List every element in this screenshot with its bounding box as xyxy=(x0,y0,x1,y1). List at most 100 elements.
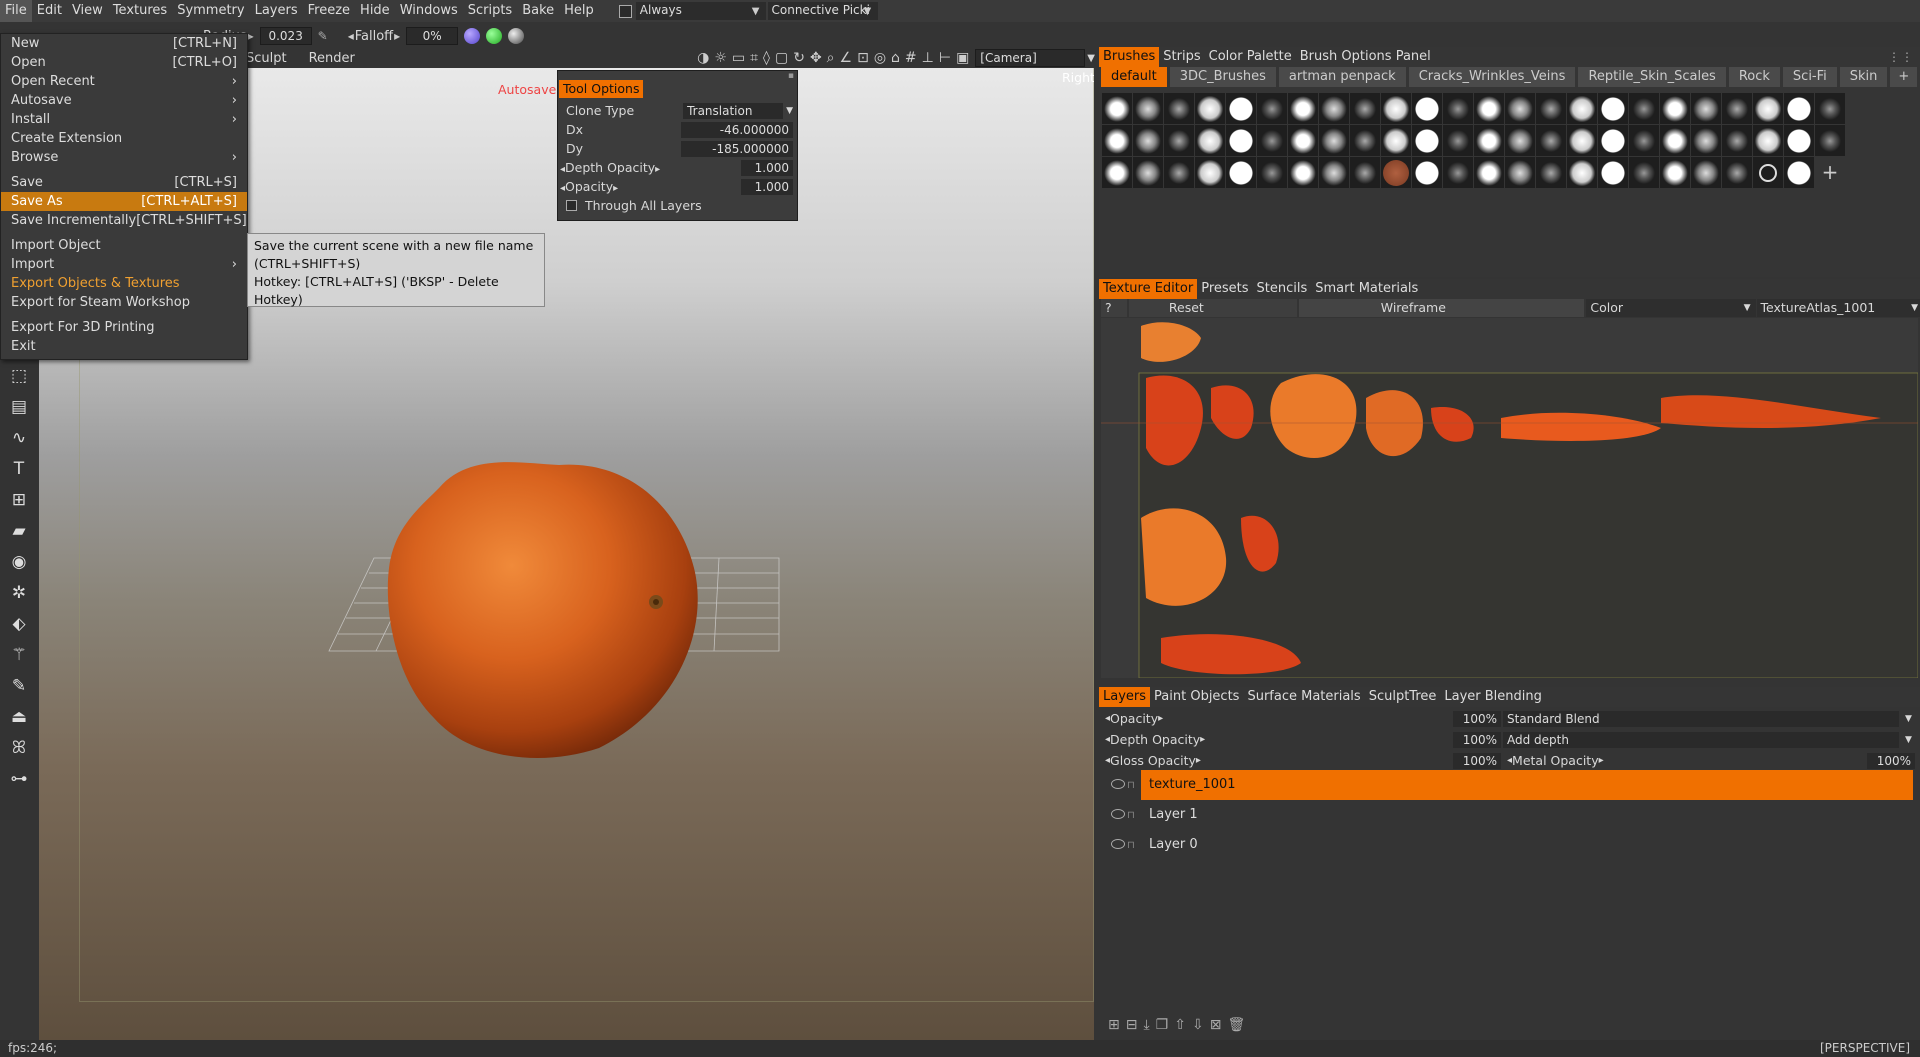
brush-pack-artman[interactable]: artman penpack xyxy=(1278,67,1406,87)
menu-item-export-3d-printing[interactable]: Export For 3D Printing xyxy=(1,318,247,337)
fill-tool-icon[interactable]: ⊞ xyxy=(0,484,38,515)
brush-thumbnail[interactable] xyxy=(1722,125,1752,156)
move-icon[interactable]: ✥ xyxy=(810,50,822,66)
menu-edit[interactable]: Edit xyxy=(32,0,67,22)
pen-tool-icon[interactable]: ✎ xyxy=(0,670,38,701)
merge-down-icon[interactable]: ⤓ xyxy=(1143,1017,1149,1035)
tab-smart-materials[interactable]: Smart Materials xyxy=(1311,279,1422,299)
brush-thumbnail[interactable] xyxy=(1102,157,1132,188)
arrow-right-icon[interactable]: ▸ xyxy=(1599,755,1604,766)
tag-tool-icon[interactable]: ⬖ xyxy=(0,608,38,639)
menu-scripts[interactable]: Scripts xyxy=(463,0,517,22)
render-room-tab[interactable]: Render xyxy=(309,51,355,66)
menu-item-save-incrementally[interactable]: Save Incrementally [CTRL+SHIFT+S] xyxy=(1,211,247,230)
brush-thumbnail[interactable]: + xyxy=(1815,157,1845,188)
dx-input[interactable]: -46.000000 xyxy=(681,121,793,138)
ruler-icon[interactable]: ⊢ xyxy=(939,50,951,66)
rotate-icon[interactable]: ↻ xyxy=(793,50,805,66)
menu-item-install[interactable]: Install › xyxy=(1,110,247,129)
brush-thumbnail[interactable] xyxy=(1226,93,1256,124)
menu-layers[interactable]: Layers xyxy=(250,0,303,22)
brush-thumbnail[interactable] xyxy=(1164,93,1194,124)
fit-icon[interactable]: ⊡ xyxy=(857,50,869,66)
brush-thumbnail[interactable] xyxy=(1722,93,1752,124)
tab-strips[interactable]: Strips xyxy=(1159,47,1204,67)
image-icon[interactable]: ▣ xyxy=(956,50,969,66)
sculpt-room-tab[interactable]: Sculpt xyxy=(246,51,287,66)
brush-thumbnail[interactable] xyxy=(1722,157,1752,188)
brush-thumbnail[interactable] xyxy=(1753,125,1783,156)
tab-layer-blending[interactable]: Layer Blending xyxy=(1440,687,1546,707)
brush-thumbnail[interactable] xyxy=(1598,125,1628,156)
menu-file[interactable]: File xyxy=(0,0,32,22)
reset-button[interactable]: Reset xyxy=(1128,299,1297,317)
ruler-tool-icon[interactable]: ⊶ xyxy=(0,763,38,794)
material-sphere-icon[interactable] xyxy=(464,28,481,44)
eye-icon[interactable] xyxy=(1109,808,1127,822)
select-tool-icon[interactable]: ⬚ xyxy=(0,360,38,391)
layer-name[interactable]: Layer 1 xyxy=(1141,800,1913,830)
brush-thumbnail[interactable] xyxy=(1288,125,1318,156)
brush-thumbnail[interactable] xyxy=(1102,125,1132,156)
brush-thumbnail[interactable] xyxy=(1164,125,1194,156)
brush-thumbnail[interactable] xyxy=(1288,157,1318,188)
brush-thumbnail[interactable] xyxy=(1381,125,1411,156)
brush-thumbnail[interactable] xyxy=(1226,125,1256,156)
brush-thumbnail[interactable] xyxy=(1350,125,1380,156)
opacity-input[interactable]: 1.000 xyxy=(741,178,793,195)
add-brush-pack-button[interactable]: + xyxy=(1890,67,1918,87)
wireframe-toggle[interactable]: Wireframe xyxy=(1298,299,1585,317)
radius-input[interactable]: 0.023 xyxy=(259,27,312,45)
pen-pressure-icon[interactable]: ✎ xyxy=(318,29,328,43)
brush-thumbnail[interactable] xyxy=(1319,93,1349,124)
green-sphere-icon[interactable] xyxy=(486,28,503,44)
brush-thumbnail[interactable] xyxy=(1474,157,1504,188)
brush-thumbnail[interactable] xyxy=(1598,157,1628,188)
more-icon[interactable]: ⋮⋮ xyxy=(1888,50,1920,64)
brush-thumbnail[interactable] xyxy=(1133,157,1163,188)
brush-thumbnail[interactable] xyxy=(1815,125,1845,156)
brush-thumbnail[interactable] xyxy=(1412,157,1442,188)
brush-thumbnail[interactable] xyxy=(1629,125,1659,156)
brush-pack-scifi[interactable]: Sci-Fi xyxy=(1782,67,1837,87)
depth-opacity-input[interactable]: 1.000 xyxy=(741,159,793,176)
brush-thumbnail[interactable] xyxy=(1815,93,1845,124)
tab-brushes[interactable]: Brushes xyxy=(1099,47,1160,67)
brush-thumbnail[interactable] xyxy=(1412,125,1442,156)
brush-thumbnail[interactable] xyxy=(1474,125,1504,156)
falloff-input[interactable]: 0% xyxy=(406,27,459,45)
brush-thumbnail[interactable] xyxy=(1784,125,1814,156)
brush-thumbnail[interactable] xyxy=(1505,157,1535,188)
dy-input[interactable]: -185.000000 xyxy=(681,140,793,157)
brush-thumbnail[interactable] xyxy=(1784,157,1814,188)
brush-thumbnail[interactable] xyxy=(1381,93,1411,124)
angle-icon[interactable]: ∠ xyxy=(840,50,853,66)
brush-thumbnail[interactable] xyxy=(1536,125,1566,156)
tab-brush-options-panel[interactable]: Brush Options Panel xyxy=(1296,47,1435,67)
brush-thumbnail[interactable] xyxy=(1753,157,1783,188)
menu-item-browse[interactable]: Browse › xyxy=(1,148,247,167)
connective-picking-dropdown[interactable]: Connective Picki xyxy=(767,2,878,20)
brush-thumbnail[interactable] xyxy=(1691,157,1721,188)
brush-pack-default[interactable]: default xyxy=(1101,67,1167,87)
depth-mode-select[interactable]: Add depth xyxy=(1503,731,1899,748)
wand-tool-icon[interactable]: ⚚ xyxy=(0,639,38,670)
menu-item-exit[interactable]: Exit xyxy=(1,337,247,356)
brush-thumbnail[interactable] xyxy=(1567,157,1597,188)
delete-layer-icon[interactable]: 🗑 xyxy=(1227,1017,1245,1035)
grid-icon[interactable]: # xyxy=(905,50,917,66)
tab-color-palette[interactable]: Color Palette xyxy=(1205,47,1296,67)
axis-icon[interactable]: ⊥ xyxy=(922,50,934,66)
brush-thumbnail[interactable] xyxy=(1412,93,1442,124)
menu-item-import[interactable]: Import › xyxy=(1,255,247,274)
arrow-right-icon[interactable]: ▸ xyxy=(1196,755,1201,766)
brush-thumbnail[interactable] xyxy=(1195,157,1225,188)
brush-thumbnail[interactable] xyxy=(1505,125,1535,156)
menu-textures[interactable]: Textures xyxy=(108,0,172,22)
tab-layers[interactable]: Layers xyxy=(1099,687,1151,707)
texture-canvas[interactable] xyxy=(1101,318,1918,678)
close-icon[interactable]: ▪ xyxy=(788,71,794,81)
menu-item-export-objects-textures[interactable]: Export Objects & Textures xyxy=(1,274,247,293)
tab-surface-materials[interactable]: Surface Materials xyxy=(1243,687,1364,707)
brush-thumbnail[interactable] xyxy=(1567,125,1597,156)
